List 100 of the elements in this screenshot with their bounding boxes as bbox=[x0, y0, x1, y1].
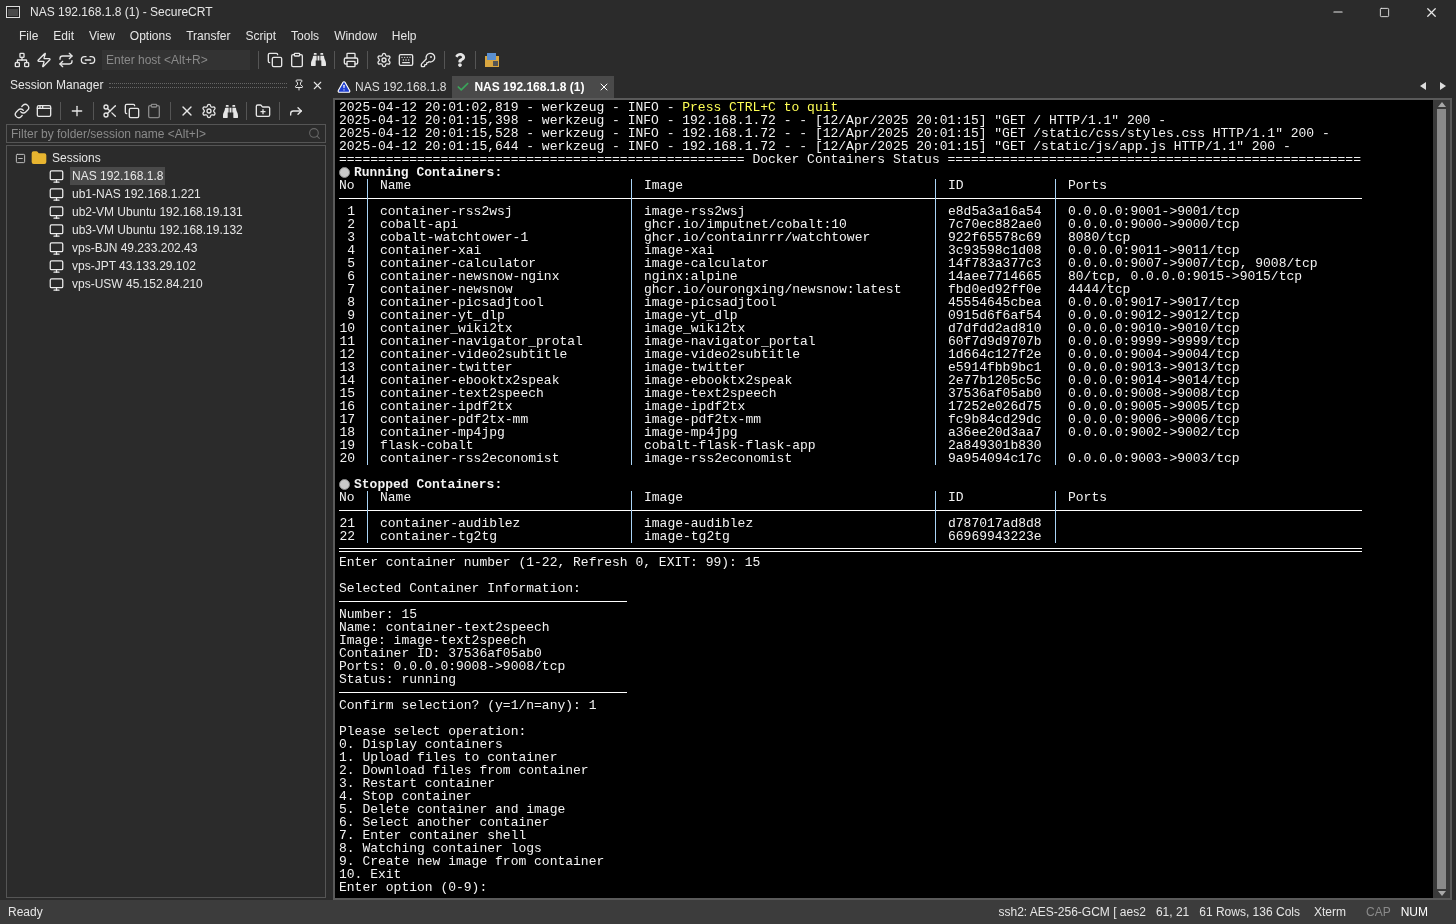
menu-item[interactable]: Help bbox=[384, 26, 424, 45]
terminal-line: Selected Container Information: bbox=[339, 581, 581, 596]
table-cell: container-navigator_protal bbox=[380, 334, 583, 349]
settings-icon[interactable] bbox=[376, 51, 392, 68]
table-cell: container-text2speech bbox=[380, 386, 544, 401]
tree-item[interactable]: ub1-NAS 192.168.1.221 bbox=[70, 185, 203, 203]
table-cell: 9a954094c17c bbox=[948, 451, 1042, 466]
table-cell: image-xai bbox=[644, 243, 715, 258]
table-cell: container-video2subtitle bbox=[380, 347, 568, 362]
table-cell: 14aee7714665 bbox=[948, 269, 1042, 284]
collapse-icon[interactable] bbox=[15, 152, 26, 164]
clipboard-icon[interactable] bbox=[146, 103, 162, 119]
tree-item[interactable]: vps-USW 45.152.84.210 bbox=[70, 275, 205, 293]
menu-item[interactable]: File bbox=[12, 26, 46, 45]
filter-field[interactable]: Filter by folder/session name <Alt+I> bbox=[6, 124, 326, 143]
link-icon[interactable] bbox=[14, 103, 30, 119]
table-cell: 2a849301b830 bbox=[948, 438, 1042, 453]
add-icon[interactable] bbox=[69, 103, 85, 119]
printer-icon[interactable] bbox=[343, 51, 359, 68]
table-cell: e5914fbb9bc1 bbox=[948, 360, 1042, 375]
scissors-icon[interactable] bbox=[102, 103, 118, 119]
menu-item[interactable]: Options bbox=[122, 26, 179, 45]
column-header: ID bbox=[948, 490, 964, 505]
folder-lock-icon[interactable] bbox=[484, 51, 500, 68]
menu-item[interactable]: Script bbox=[238, 26, 284, 45]
menu-item[interactable]: Window bbox=[327, 26, 384, 45]
monitor-icon bbox=[49, 222, 64, 238]
folder-icon bbox=[31, 150, 47, 166]
scroll-left-icon[interactable] bbox=[1420, 82, 1426, 90]
menu-item[interactable]: Tools bbox=[284, 26, 327, 45]
table-cell: 37536af05ab0 bbox=[948, 386, 1042, 401]
table-cell: image-calculator bbox=[644, 256, 769, 271]
terminal-line: 1. Upload files to container bbox=[339, 750, 558, 765]
folder-plus-icon[interactable] bbox=[255, 103, 271, 119]
table-cell: 14 bbox=[339, 373, 355, 388]
table-cell: 17 bbox=[339, 412, 355, 427]
menu-item[interactable]: Edit bbox=[46, 26, 82, 45]
column-header: No bbox=[339, 178, 355, 193]
table-cell: fbd0ed92ff0e bbox=[948, 282, 1042, 297]
banner-line: ==================================================== Docker Containers Status ===================================================== bbox=[339, 152, 1361, 167]
clipboard-icon[interactable] bbox=[289, 51, 305, 68]
table-cell: ghcr.io/imputnet/cobalt:10 bbox=[644, 217, 847, 232]
network-icon[interactable] bbox=[14, 51, 30, 68]
table-cell: 922f65578c69 bbox=[948, 230, 1042, 245]
copy-icon[interactable] bbox=[124, 103, 140, 119]
table-cell: container-mp4jpg bbox=[380, 425, 505, 440]
repeat-icon[interactable] bbox=[58, 51, 74, 68]
copy-icon[interactable] bbox=[267, 51, 283, 68]
window-icon[interactable] bbox=[36, 103, 52, 119]
scroll-up-icon[interactable] bbox=[1437, 102, 1446, 107]
terminal-line: 4. Stop container bbox=[339, 789, 472, 804]
table-cell: 0.0.0.0:9017->9017/tcp bbox=[1068, 295, 1240, 310]
keyboard-icon[interactable] bbox=[398, 51, 414, 68]
monitor-icon bbox=[49, 276, 64, 292]
table-cell: 15 bbox=[339, 386, 355, 401]
terminal-line: 6. Select another container bbox=[339, 815, 550, 830]
host-field[interactable]: Enter host <Alt+R> bbox=[102, 49, 250, 70]
table-cell: container_wiki2tx bbox=[380, 321, 513, 336]
tree-item[interactable]: vps-BJN 49.233.202.43 bbox=[70, 239, 200, 257]
tree-item[interactable]: vps-JPT 43.133.29.102 bbox=[70, 257, 198, 275]
scroll-down-icon[interactable] bbox=[1437, 891, 1446, 896]
status-message: Ready bbox=[8, 904, 43, 921]
column-header: Image bbox=[644, 490, 683, 505]
menu-item[interactable]: Transfer bbox=[179, 26, 238, 45]
table-cell: container-picsadjtool bbox=[380, 295, 544, 310]
key-indicator: NUM bbox=[1400, 904, 1428, 921]
menu-item[interactable]: View bbox=[82, 26, 122, 45]
key-icon[interactable] bbox=[420, 51, 436, 68]
table-cell: container-ipdf2tx bbox=[380, 399, 513, 414]
scroll-right-icon[interactable] bbox=[1440, 82, 1446, 90]
table-cell: container-calculator bbox=[380, 256, 537, 271]
table-cell: 0.0.0.0:9010->9010/tcp bbox=[1068, 321, 1240, 336]
lightning-icon[interactable] bbox=[36, 51, 52, 68]
table-cell: 60f7d9d9707b bbox=[948, 334, 1042, 349]
terminal-line: 7. Enter container shell bbox=[339, 828, 527, 843]
binoculars-icon[interactable] bbox=[223, 103, 238, 119]
binoculars-icon[interactable] bbox=[311, 52, 326, 67]
table-cell: 0.0.0.0:9004->9004/tcp bbox=[1068, 347, 1240, 362]
table-cell: image-ipdf2tx bbox=[644, 399, 746, 414]
column-header: ID bbox=[948, 178, 964, 193]
scrollbar[interactable] bbox=[1433, 100, 1450, 898]
settings-icon[interactable] bbox=[201, 103, 217, 119]
maximize-icon[interactable] bbox=[1379, 6, 1390, 18]
session-tab[interactable]: NAS 192.168.1.8 (1) bbox=[452, 76, 615, 98]
tree-item[interactable]: NAS 192.168.1.8 bbox=[70, 167, 166, 185]
key-indicator: CAP bbox=[1366, 904, 1391, 921]
pin-icon[interactable] bbox=[293, 79, 305, 91]
table-cell: 7c70ec882ae0 bbox=[948, 217, 1042, 232]
table-cell: 6 bbox=[347, 269, 355, 284]
log-line: 2025-04-12 20:01:15,398 - werkzeug - INFO - 192.168.1.72 - - [12/Apr/2025 20:01:15] "GET / HTTP/1.1" 200 - bbox=[339, 114, 1167, 127]
table-cell: 45554645cbea bbox=[948, 295, 1042, 310]
tree-item[interactable]: ub3-VM Ubuntu 192.168.19.132 bbox=[70, 221, 245, 239]
tree-item[interactable]: Sessions bbox=[52, 149, 101, 167]
app-icon bbox=[6, 5, 20, 19]
table-cell: container-audiblez bbox=[380, 516, 521, 531]
terminal-size: 61 Rows, 136 Cols bbox=[1199, 904, 1300, 921]
table-cell: container-rss2economist bbox=[380, 451, 560, 466]
table-cell: 0.0.0.0:9005->9005/tcp bbox=[1068, 399, 1240, 414]
tree-item[interactable]: ub2-VM Ubuntu 192.168.19.131 bbox=[70, 203, 245, 221]
question-mark-icon[interactable] bbox=[453, 52, 467, 67]
